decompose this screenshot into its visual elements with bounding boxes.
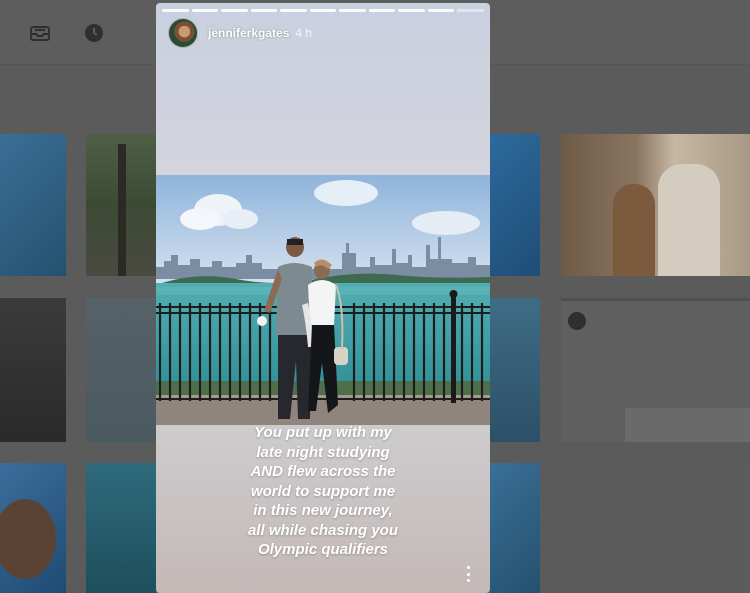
- story-progress-bar: [162, 9, 485, 12]
- caption-line: You put up with my: [254, 424, 392, 441]
- caption-line: AND flew across the: [250, 463, 396, 480]
- progress-segment: [280, 9, 307, 12]
- progress-segment: [309, 9, 337, 12]
- grid-post-thumbnail[interactable]: [86, 298, 156, 442]
- story-caption: You put up with my late night studying A…: [166, 423, 480, 560]
- grid-post-thumbnail[interactable]: [490, 298, 540, 442]
- more-vertical-icon: [466, 579, 470, 582]
- more-options-button[interactable]: [464, 566, 472, 582]
- grid-post-thumbnail[interactable]: [0, 134, 66, 276]
- progress-segment: [368, 9, 396, 12]
- progress-segment: [162, 9, 189, 12]
- grid-post-thumbnail[interactable]: [0, 298, 66, 442]
- progress-segment: [339, 9, 366, 12]
- more-vertical-icon: [466, 572, 470, 576]
- grid-post-thumbnail[interactable]: [561, 463, 750, 593]
- caption-line: Olympic qualifiers: [257, 541, 389, 558]
- grid-post-thumbnail[interactable]: [490, 134, 540, 276]
- story-timestamp: 4 h: [295, 26, 313, 40]
- progress-segment: [191, 9, 219, 12]
- clock-icon[interactable]: [83, 22, 105, 44]
- grid-post-thumbnail[interactable]: [86, 463, 156, 593]
- grid-post-thumbnail[interactable]: [561, 298, 750, 442]
- story-header: jenniferkgates 4 h: [168, 18, 312, 48]
- more-vertical-icon: [466, 566, 470, 569]
- grid-post-thumbnail[interactable]: [0, 463, 66, 593]
- caption-line: all while chasing you: [247, 521, 399, 539]
- progress-segment-active: [457, 9, 485, 12]
- grid-post-thumbnail[interactable]: [490, 463, 540, 593]
- story-viewer[interactable]: jenniferkgates 4 h You put up with my la…: [156, 3, 490, 593]
- grid-post-thumbnail[interactable]: [86, 134, 156, 276]
- progress-segment: [427, 9, 455, 12]
- story-username[interactable]: jenniferkgates: [208, 26, 289, 40]
- progress-segment: [250, 9, 278, 12]
- progress-segment: [398, 9, 425, 12]
- progress-segment: [221, 9, 248, 12]
- caption-line: late night studying: [256, 443, 390, 461]
- caption-line: world to support me: [250, 482, 396, 500]
- inbox-icon[interactable]: [29, 22, 51, 44]
- caption-line: in this new journey,: [253, 502, 393, 519]
- grid-post-thumbnail[interactable]: [561, 134, 750, 276]
- avatar[interactable]: [168, 18, 198, 48]
- story-photo: [156, 175, 490, 425]
